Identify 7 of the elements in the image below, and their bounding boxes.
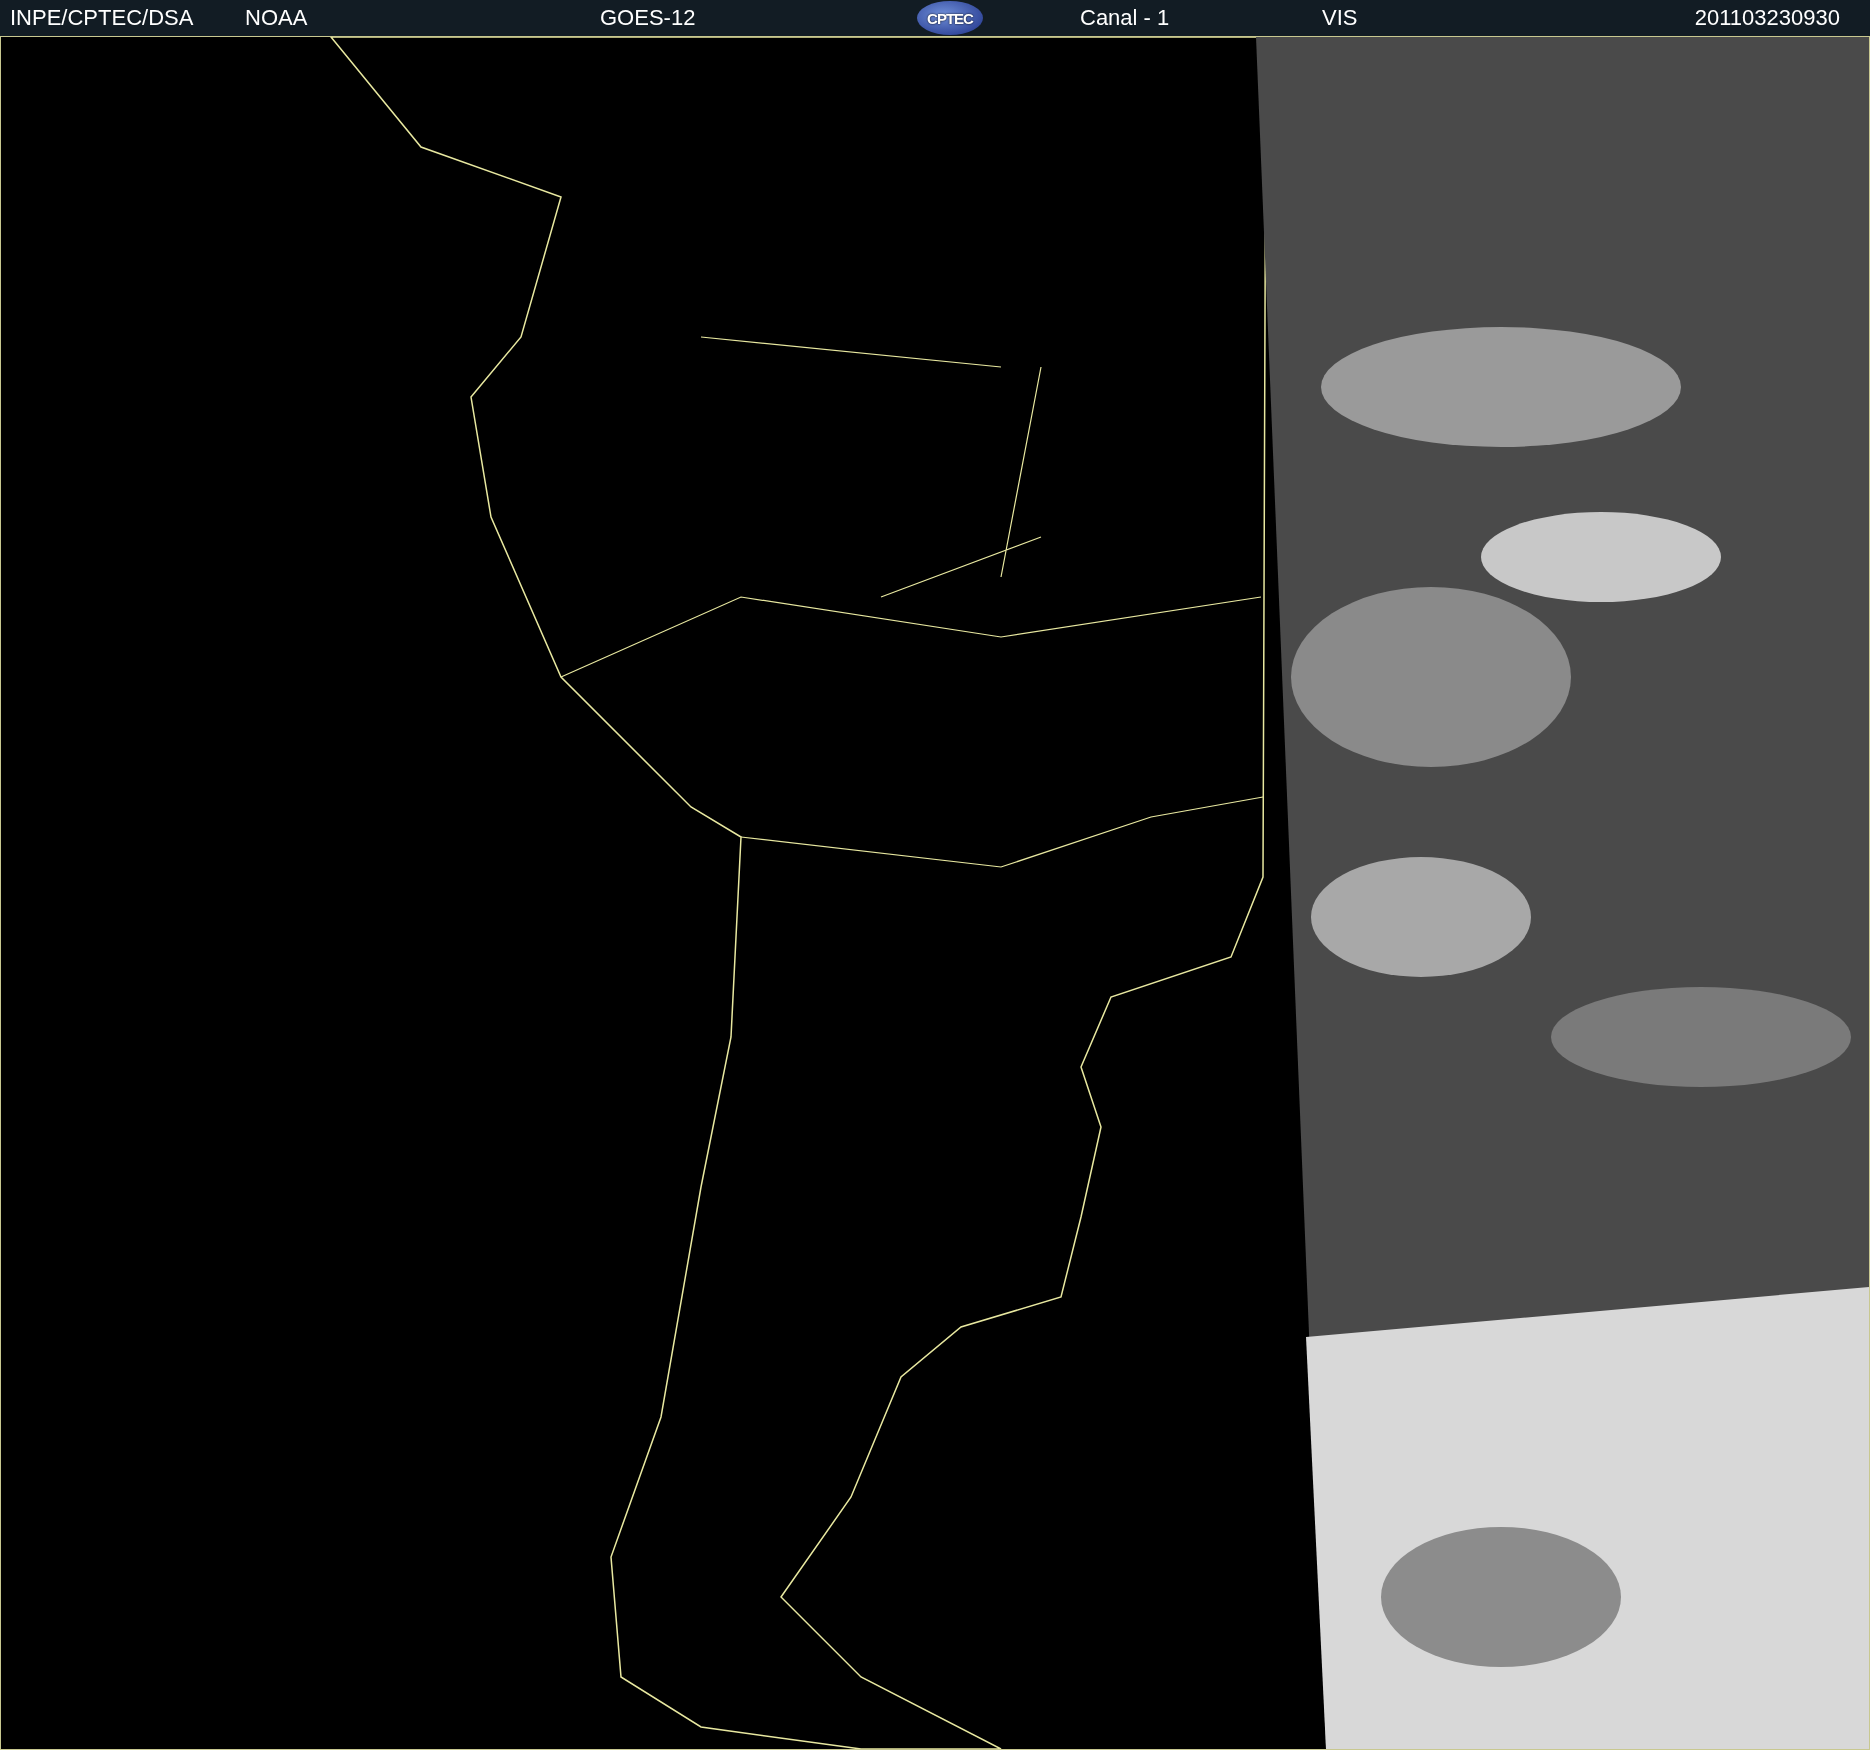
- logo: CPTEC: [917, 1, 983, 35]
- satellite-label: GOES-12: [600, 5, 697, 31]
- channel-label: Canal - 1: [1080, 5, 1171, 31]
- agency-label: NOAA: [245, 5, 309, 31]
- timestamp-label: 201103230930: [1694, 5, 1840, 31]
- band-label: VIS: [1322, 5, 1359, 31]
- source-label: INPE/CPTEC/DSA: [10, 5, 195, 31]
